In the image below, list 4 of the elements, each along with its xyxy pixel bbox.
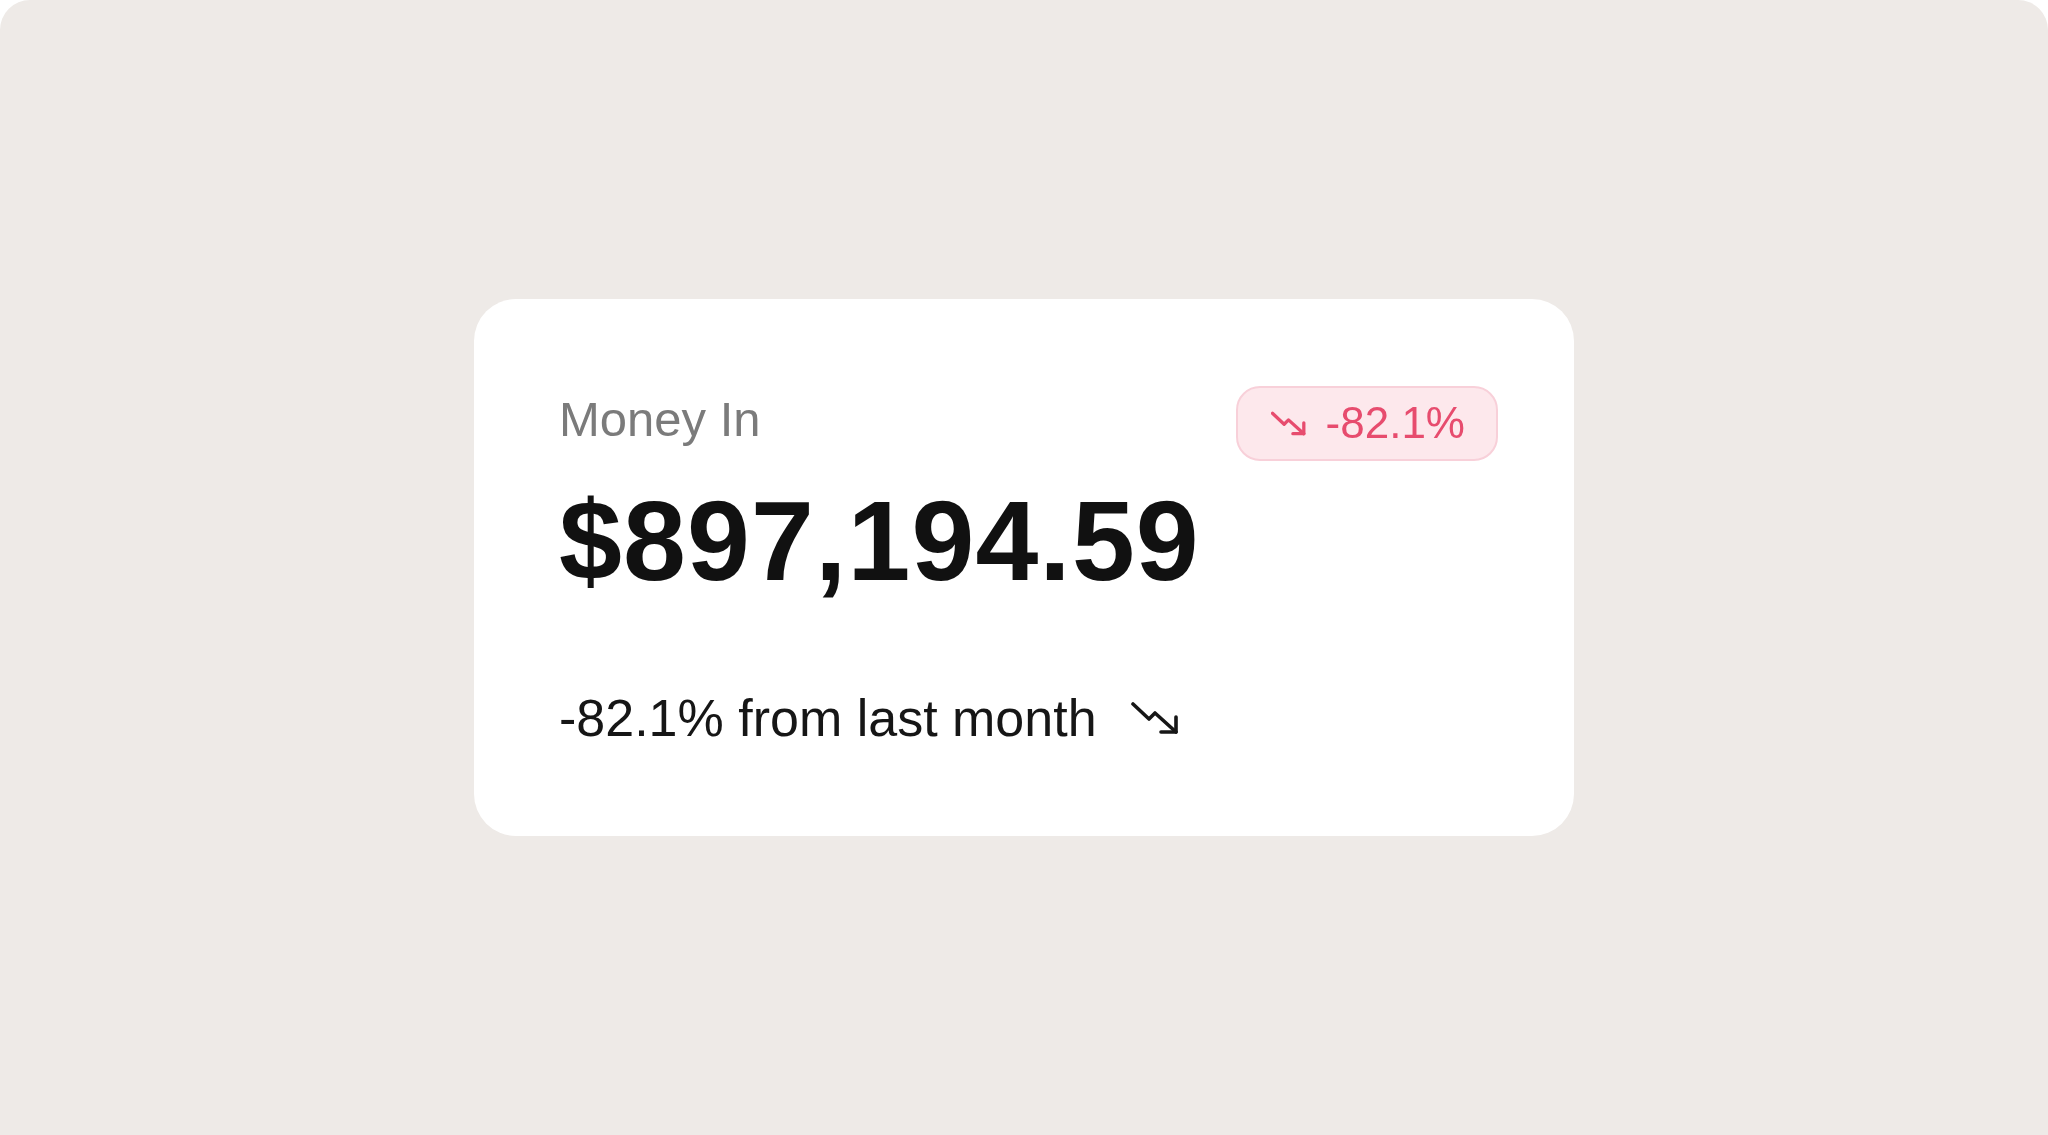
amount-value: $897,194.59	[559, 478, 1200, 603]
change-summary: -82.1% from last month	[559, 687, 1097, 749]
change-percentage: -82.1%	[1325, 401, 1465, 446]
card-title: Money In	[559, 390, 761, 448]
